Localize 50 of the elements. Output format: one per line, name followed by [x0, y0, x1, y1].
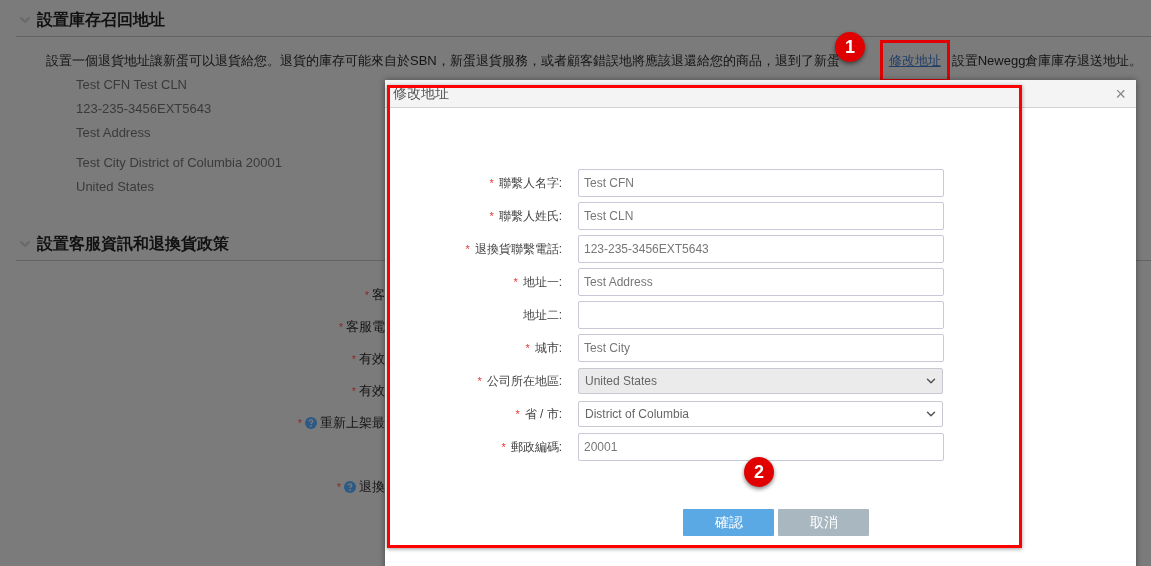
intro-text: 設置Newegg倉庫庫存退送地址。 — [951, 52, 1143, 71]
field-label: 聯繫人姓氏: — [498, 208, 562, 225]
field-label: 退換 — [359, 478, 385, 497]
input-field[interactable]: Test CFN — [578, 169, 944, 197]
field-label: 有效 — [359, 382, 385, 401]
field-label: 客服電 — [346, 318, 385, 337]
required-mark: * — [351, 383, 356, 399]
input-field[interactable] — [578, 301, 944, 329]
address-line: United States — [76, 178, 155, 196]
confirm-button[interactable]: 確認 — [683, 509, 774, 536]
field-label: 有效 — [359, 350, 385, 369]
field-label: 客 — [372, 286, 385, 305]
required-mark: * — [297, 415, 302, 431]
section-title: 設置客服資訊和退換貨政策 — [37, 233, 229, 254]
select-field[interactable]: District of Columbia — [578, 401, 943, 427]
required-mark: * — [489, 175, 494, 191]
required-mark: * — [336, 479, 341, 495]
required-mark: * — [525, 340, 530, 356]
input-field[interactable]: Test Address — [578, 268, 944, 296]
field-label: 退換貨聯繫電話: — [474, 241, 562, 258]
address-line: Test City District of Columbia 20001 — [76, 154, 282, 172]
required-mark: * — [477, 373, 482, 389]
field-label: 省 / 市: — [524, 406, 562, 423]
help-icon[interactable] — [305, 417, 317, 429]
address-line: Test Address — [76, 124, 151, 142]
input-field[interactable]: Test CLN — [578, 202, 944, 230]
required-mark: * — [501, 439, 506, 455]
close-button[interactable]: × — [1115, 84, 1126, 103]
section-title: 設置庫存召回地址 — [37, 9, 165, 30]
field-label: 公司所在地區: — [486, 373, 562, 390]
input-field[interactable]: 123-235-3456EXT5643 — [578, 235, 944, 263]
field-label: 聯繫人名字: — [498, 175, 562, 192]
required-mark: * — [515, 406, 520, 422]
required-mark: * — [338, 319, 343, 335]
address-line: 123-235-3456EXT5643 — [76, 100, 212, 118]
input-field[interactable]: 20001 — [578, 433, 944, 461]
field-label: 城市: — [534, 340, 562, 357]
address-line: Test CFN Test CLN — [76, 76, 187, 94]
required-mark: * — [364, 287, 369, 303]
field-label: 地址二: — [522, 307, 562, 324]
field-label: 郵政編碼: — [510, 439, 562, 456]
field-label: 地址一: — [522, 274, 562, 291]
field-label: 重新上架最 — [320, 414, 385, 433]
help-icon[interactable] — [344, 481, 356, 493]
dialog-title: 修改地址 — [393, 84, 449, 103]
required-mark: * — [465, 241, 470, 257]
required-mark: * — [489, 208, 494, 224]
input-field[interactable]: Test City — [578, 334, 944, 362]
required-mark: * — [513, 274, 518, 290]
required-mark: * — [351, 351, 356, 367]
